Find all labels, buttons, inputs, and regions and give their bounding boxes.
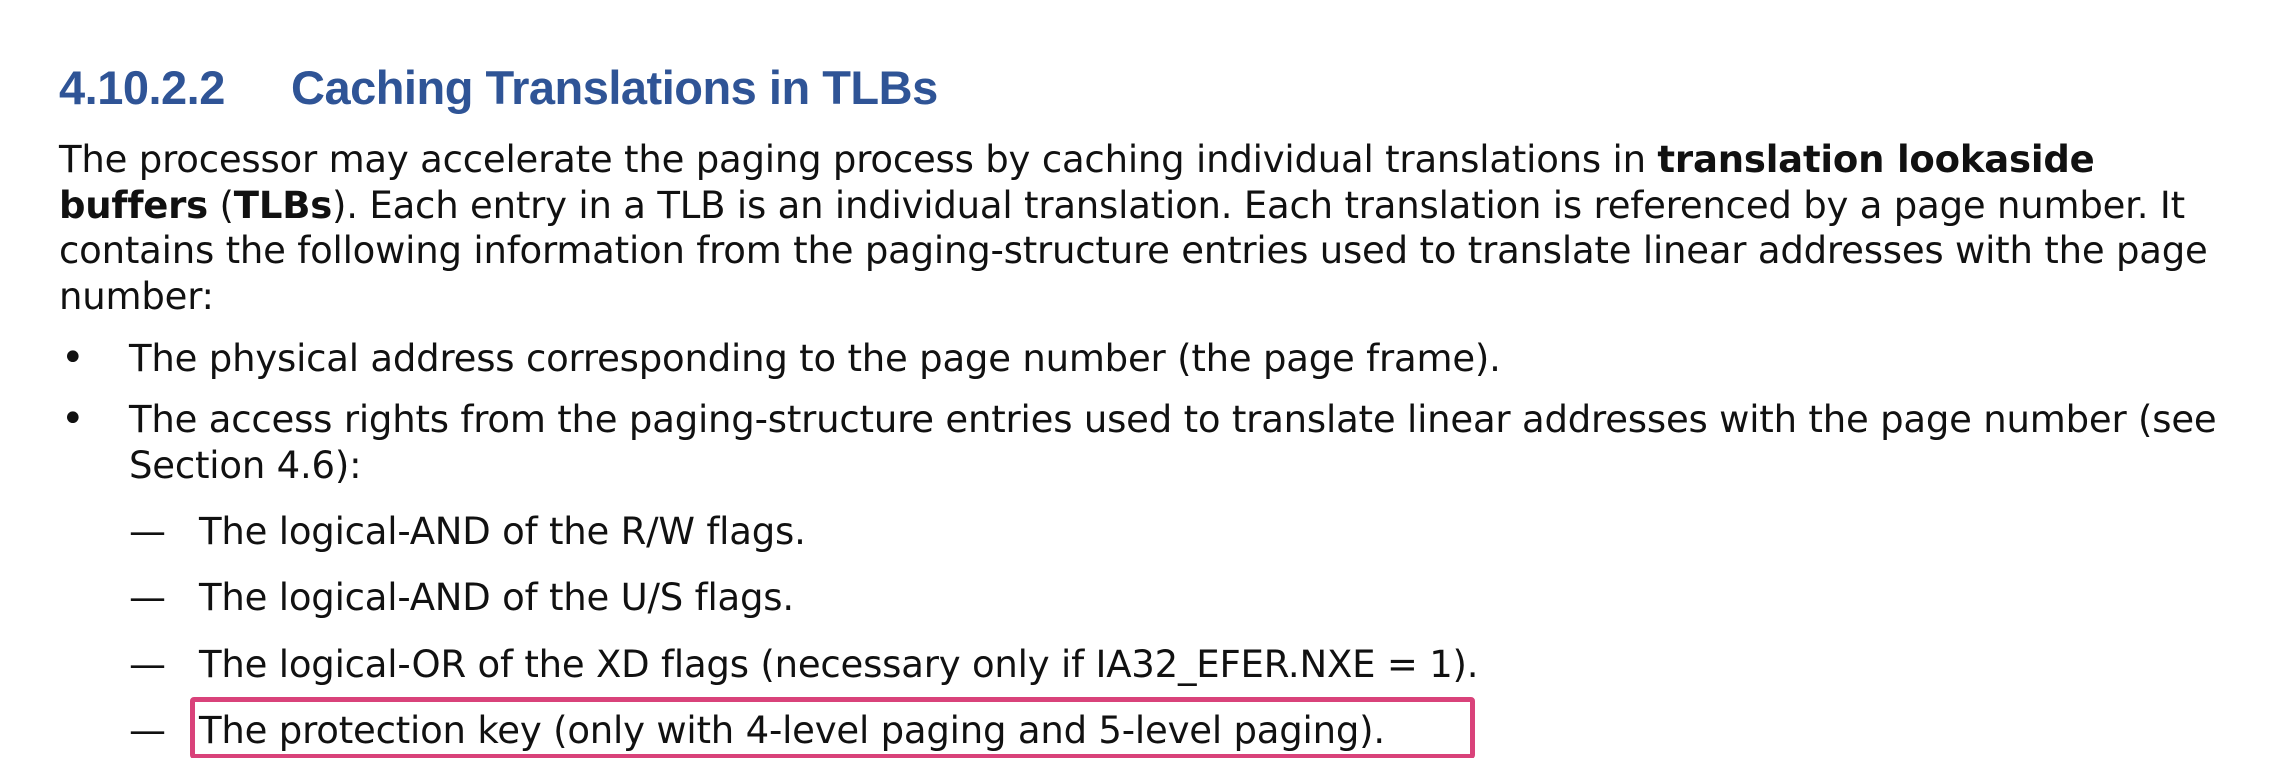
sub-item-text: The logical-AND of the U/S flags. [199, 576, 794, 619]
section-number: 4.10.2.2 [59, 60, 225, 114]
paragraph-text-3: ). Each entry in a TLB is an individual … [59, 183, 2208, 318]
sub-item-text: The logical-OR of the XD flags (necessar… [199, 643, 1479, 686]
bullet-marker: • [61, 335, 85, 381]
bullet-text: The physical address corresponding to th… [129, 337, 1501, 380]
dash-marker: — [129, 709, 166, 752]
dash-marker: — [129, 576, 166, 619]
dash-marker: — [129, 643, 166, 686]
term-tlbs: TLBs [233, 183, 333, 227]
paragraph-text-1: The processor may accelerate the paging … [59, 138, 1658, 181]
section-title: Caching Translations in TLBs [291, 60, 938, 114]
bullet-marker: • [61, 396, 85, 442]
intro-paragraph: The processor may accelerate the paging … [59, 137, 2239, 319]
dash-marker: — [129, 510, 166, 553]
bullet-text: The access rights from the paging-struct… [129, 398, 2217, 487]
document-page: 4.10.2.2 Caching Translations in TLBs Th… [59, 0, 2259, 758]
sub-item-text: The logical-AND of the R/W flags. [199, 510, 806, 553]
sub-item-text: The protection key (only with 4-level pa… [199, 709, 1385, 752]
section-heading: 4.10.2.2 Caching Translations in TLBs [59, 57, 938, 117]
paragraph-text-2: ( [208, 183, 234, 227]
